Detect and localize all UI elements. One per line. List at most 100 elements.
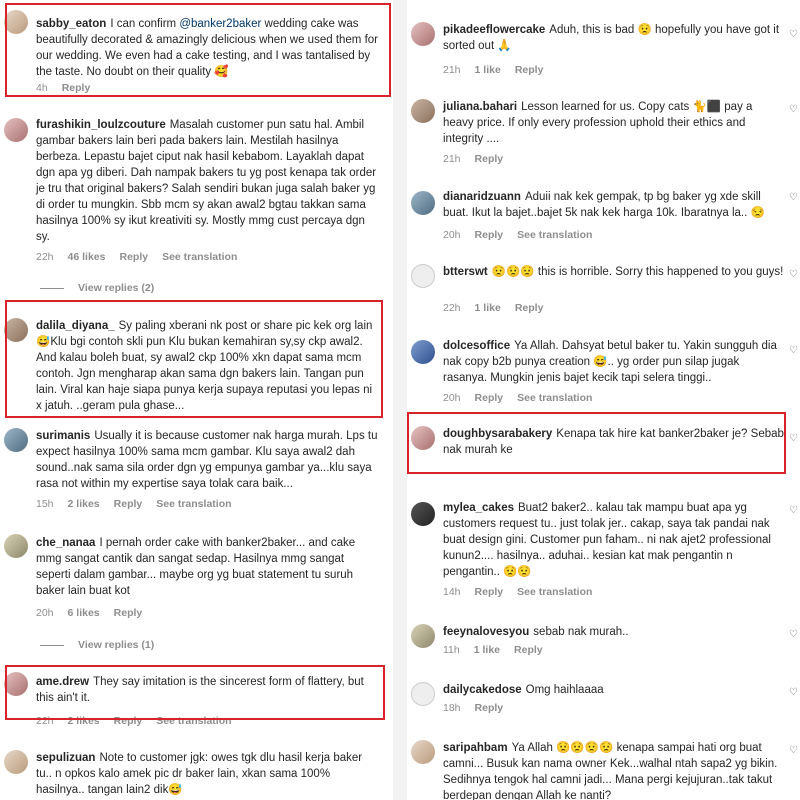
see-translation-link[interactable]: See translation: [156, 715, 231, 727]
reply-button[interactable]: Reply: [475, 229, 504, 241]
comment-username[interactable]: surimanis: [36, 430, 90, 442]
see-translation-link[interactable]: See translation: [162, 251, 237, 263]
comment-body: feeynalovesyou sebab nak murah..: [443, 624, 786, 640]
avatar[interactable]: [411, 340, 435, 364]
comments-column-right: pikadeeflowercake Aduh, this is bad 😟 hop…: [407, 0, 800, 800]
comment-time: 21h: [443, 153, 461, 165]
comment-username[interactable]: dailycakedose: [443, 684, 522, 696]
comment-username[interactable]: mylea_cakes: [443, 502, 514, 514]
reply-button[interactable]: Reply: [114, 607, 143, 619]
comment-username[interactable]: juliana.bahari: [443, 101, 517, 113]
comment-time: 4h: [36, 82, 48, 94]
comment-meta: 15h 2 likes Reply See translation: [36, 498, 246, 510]
comment-username[interactable]: sabby_eaton: [36, 18, 106, 30]
avatar[interactable]: [411, 99, 435, 123]
reply-button[interactable]: Reply: [114, 715, 143, 727]
comment-body: juliana.bahari Lesson learned for us. Cop…: [443, 99, 786, 147]
avatar[interactable]: [411, 426, 435, 450]
likes-count[interactable]: 2 likes: [68, 715, 100, 727]
comment-username[interactable]: che_nanaa: [36, 537, 95, 549]
likes-count[interactable]: 6 likes: [68, 607, 100, 619]
comment-username[interactable]: dianaridzuann: [443, 191, 521, 203]
comment-text: 😟😟😟 this is horrible. Sorry this happene…: [491, 266, 784, 278]
comment-username[interactable]: doughbysarabakery: [443, 428, 552, 440]
comment-body: dailycakedose Omg haihlaaaa: [443, 682, 786, 698]
reply-button[interactable]: Reply: [114, 498, 143, 510]
heart-icon[interactable]: ♡: [789, 434, 798, 444]
reply-button[interactable]: Reply: [475, 702, 504, 714]
avatar[interactable]: [411, 22, 435, 46]
reply-button[interactable]: Reply: [62, 82, 91, 94]
view-replies-link[interactable]: View replies (2): [40, 282, 154, 294]
avatar[interactable]: [4, 428, 28, 452]
divider: [40, 644, 64, 646]
likes-count[interactable]: 1 like: [474, 644, 500, 656]
avatar[interactable]: [411, 502, 435, 526]
comment-text: sebab nak murah..: [533, 626, 629, 638]
reply-button[interactable]: Reply: [475, 392, 504, 404]
view-replies-label: View replies (2): [78, 282, 155, 294]
reply-button[interactable]: Reply: [475, 586, 504, 598]
heart-icon[interactable]: ♡: [789, 630, 798, 640]
comment-time: 22h: [36, 251, 54, 263]
likes-count[interactable]: 1 like: [475, 64, 501, 76]
avatar[interactable]: [4, 534, 28, 558]
avatar[interactable]: [4, 318, 28, 342]
comment-meta: 21h 1 like Reply: [443, 64, 557, 76]
reply-button[interactable]: Reply: [514, 644, 543, 656]
likes-count[interactable]: 46 likes: [68, 251, 106, 263]
comment-username[interactable]: sepulizuan: [36, 752, 95, 764]
view-replies-link[interactable]: View replies (1): [40, 639, 154, 651]
likes-count[interactable]: 1 like: [475, 302, 501, 314]
comment-item: sepulizuan Note to customer jgk: owes tgk…: [0, 748, 393, 800]
avatar[interactable]: [411, 740, 435, 764]
comment-item: doughbysarabakery Kenapa tak hire kat ban…: [407, 422, 800, 476]
comment-body: sabby_eaton I can confirm @banker2baker w…: [36, 16, 379, 80]
comment-username[interactable]: ame.drew: [36, 676, 89, 688]
heart-icon[interactable]: ♡: [789, 30, 798, 40]
see-translation-link[interactable]: See translation: [517, 586, 592, 598]
avatar[interactable]: [4, 672, 28, 696]
heart-icon[interactable]: ♡: [789, 688, 798, 698]
comment-body: btterswt 😟😟😟 this is horrible. Sorry this…: [443, 264, 786, 280]
comment-text: I can confirm: [110, 18, 180, 30]
comment-time: 18h: [443, 702, 461, 714]
comment-username[interactable]: dolcesoffice: [443, 340, 510, 352]
reply-button[interactable]: Reply: [515, 302, 544, 314]
comment-time: 20h: [443, 229, 461, 241]
avatar[interactable]: [4, 750, 28, 774]
comment-time: 14h: [443, 586, 461, 598]
reply-button[interactable]: Reply: [475, 153, 504, 165]
comment-username[interactable]: furashikin_loulzcouture: [36, 119, 166, 131]
heart-icon[interactable]: ♡: [789, 346, 798, 356]
comment-item: saripahbam Ya Allah 😟😟😟😟 kenapa sampai ha…: [407, 738, 800, 800]
reply-button[interactable]: Reply: [515, 64, 544, 76]
avatar[interactable]: [411, 264, 435, 288]
comment-username[interactable]: pikadeeflowercake: [443, 24, 545, 36]
comment-meta: 20h Reply See translation: [443, 392, 606, 404]
comment-username[interactable]: dalila_diyana_: [36, 320, 115, 332]
reply-button[interactable]: Reply: [119, 251, 148, 263]
avatar[interactable]: [411, 682, 435, 706]
heart-icon[interactable]: ♡: [789, 506, 798, 516]
heart-icon[interactable]: ♡: [789, 746, 798, 756]
heart-icon[interactable]: ♡: [789, 105, 798, 115]
see-translation-link[interactable]: See translation: [517, 229, 592, 241]
avatar[interactable]: [411, 624, 435, 648]
avatar[interactable]: [4, 10, 28, 34]
divider: [40, 287, 64, 289]
mention-link[interactable]: @banker2baker: [179, 18, 261, 30]
comment-body: saripahbam Ya Allah 😟😟😟😟 kenapa sampai ha…: [443, 740, 786, 800]
heart-icon[interactable]: ♡: [789, 193, 798, 203]
see-translation-link[interactable]: See translation: [156, 498, 231, 510]
comment-username[interactable]: btterswt: [443, 266, 488, 278]
comment-username[interactable]: saripahbam: [443, 742, 508, 754]
avatar[interactable]: [4, 118, 28, 142]
avatar[interactable]: [411, 191, 435, 215]
likes-count[interactable]: 2 likes: [68, 498, 100, 510]
heart-icon[interactable]: ♡: [789, 270, 798, 280]
view-replies-label: View replies (1): [78, 639, 155, 651]
see-translation-link[interactable]: See translation: [517, 392, 592, 404]
comment-meta: 18h Reply: [443, 702, 517, 714]
comment-username[interactable]: feeynalovesyou: [443, 626, 529, 638]
